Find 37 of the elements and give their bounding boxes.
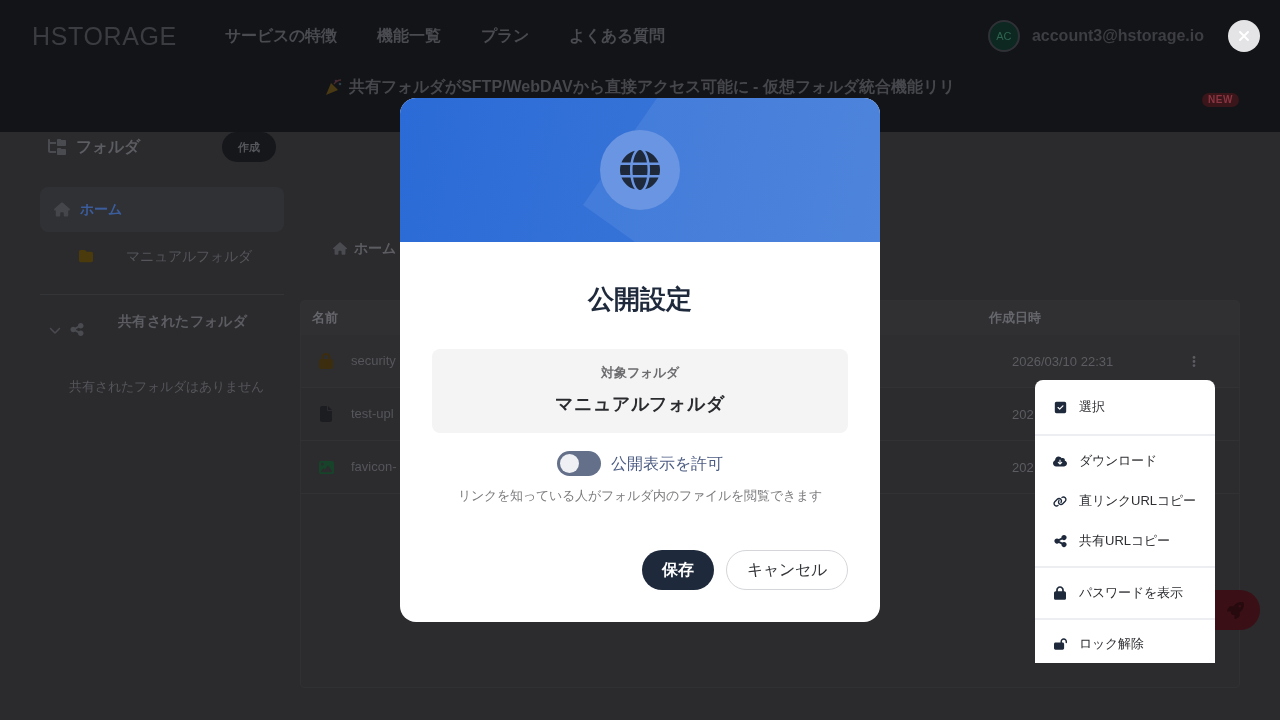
toggle-label: 公開表示を許可: [611, 453, 723, 474]
nav-link[interactable]: よくある質問: [568, 24, 665, 48]
cancel-button[interactable]: キャンセル: [726, 550, 848, 590]
menu-item[interactable]: 共有URLコピー: [1035, 521, 1215, 561]
menu-item[interactable]: 直リンクURLコピー: [1035, 481, 1215, 521]
party-popper-icon: [325, 78, 344, 96]
target-label: 対象フォルダ: [601, 364, 679, 382]
public-toggle[interactable]: [557, 451, 601, 476]
dialog-title: 公開設定: [588, 283, 692, 316]
link-icon: [1053, 494, 1067, 508]
new-badge: NEW: [1202, 93, 1239, 107]
rocket-button[interactable]: [1215, 590, 1260, 630]
column-header: 作成日時: [989, 309, 1042, 328]
folder-icon: [78, 249, 94, 263]
checkbox-icon: [1053, 400, 1067, 414]
save-button[interactable]: 保存: [642, 550, 714, 590]
share-icon: [1053, 534, 1067, 548]
nav-link[interactable]: プラン: [480, 24, 529, 48]
column-header: 名前: [311, 309, 339, 328]
nav-link[interactable]: サービスの特徴: [224, 24, 337, 48]
home-icon: [333, 241, 347, 255]
sidebar-item[interactable]: ホーム: [40, 187, 284, 232]
menu-item[interactable]: 選択: [1035, 387, 1215, 427]
create-button[interactable]: 作成: [222, 132, 276, 162]
menu-item[interactable]: ロック解除: [1035, 624, 1215, 663]
user-avatar[interactable]: AC: [987, 20, 1020, 52]
close-icon: [1236, 28, 1252, 44]
share-icon: [70, 322, 84, 337]
unlock-icon: [1053, 637, 1067, 651]
cloud-download-icon: [1053, 454, 1067, 468]
menu-item[interactable]: パスワードを表示: [1035, 573, 1215, 613]
lock-icon: [1054, 586, 1066, 600]
toggle-description: リンクを知っている人がフォルダ内のファイルを閲覧できます: [458, 487, 822, 505]
nav-link[interactable]: 機能一覧: [376, 24, 441, 48]
folder-tree-icon: [48, 139, 66, 155]
target-folder-name: マニュアルフォルダ: [554, 393, 726, 416]
menu-item[interactable]: ダウンロード: [1035, 441, 1215, 481]
